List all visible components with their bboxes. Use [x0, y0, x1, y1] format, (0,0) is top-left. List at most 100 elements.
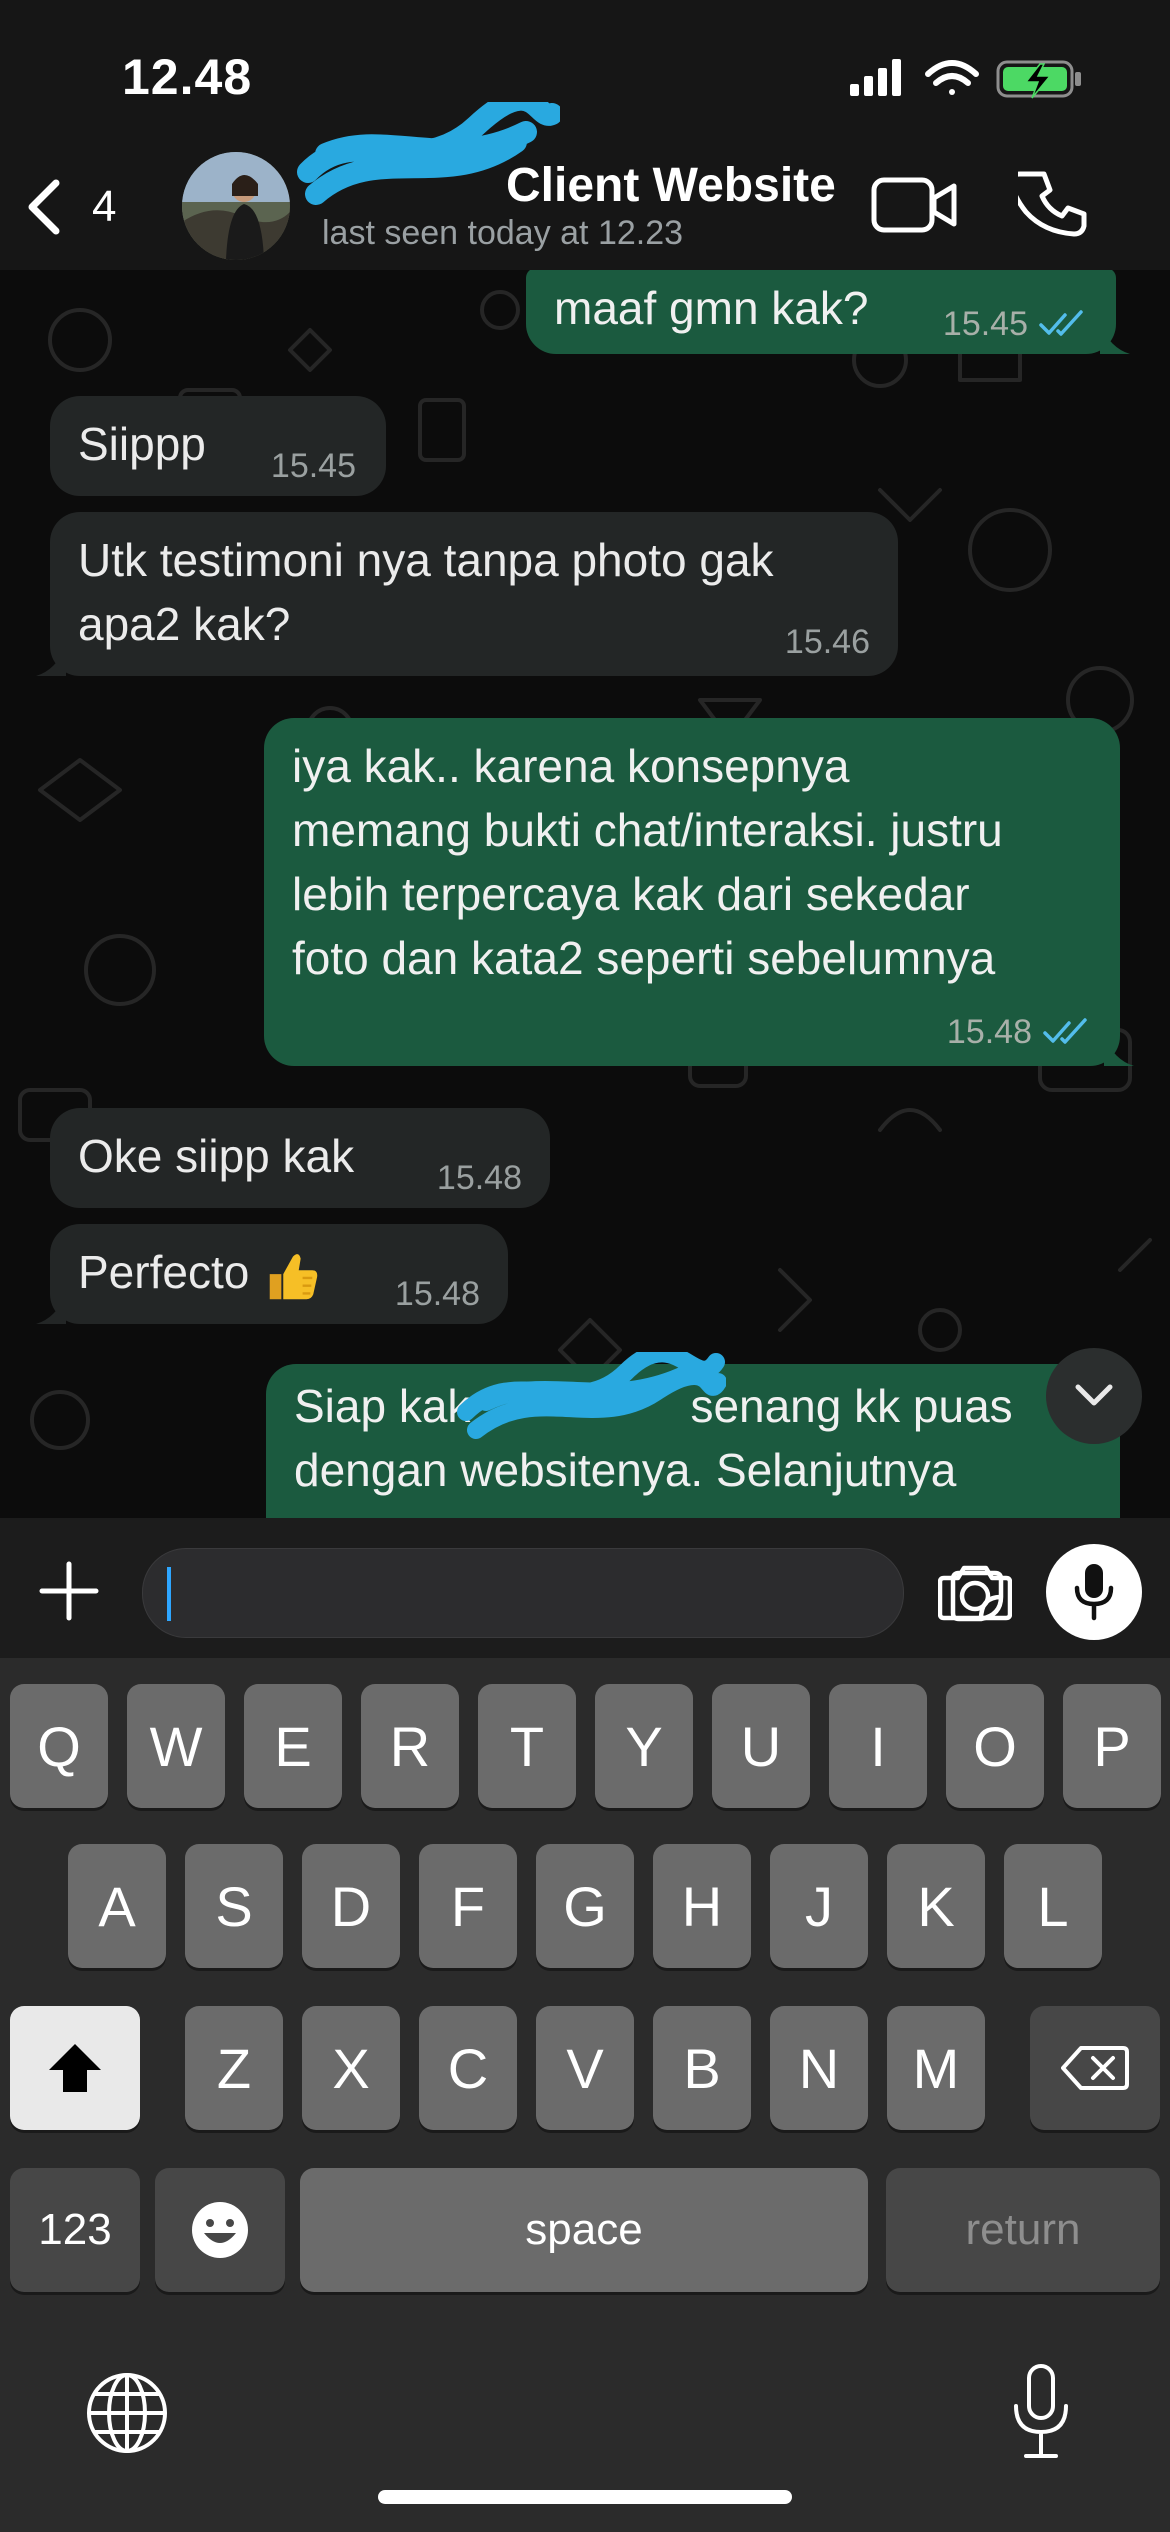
message-text: Oke siipp kak [78, 1130, 355, 1182]
key-g[interactable]: G [536, 1844, 634, 1968]
chat-header: 12.48 4 Client Website last seen today a… [0, 0, 1170, 270]
bubble-tail [36, 1294, 66, 1324]
key-k[interactable]: K [887, 1844, 985, 1968]
key-a[interactable]: A [68, 1844, 166, 1968]
phone-icon [1009, 171, 1087, 237]
voice-message-button[interactable] [1046, 1544, 1142, 1640]
message-text-line: Siap kak senang kk puas [294, 1380, 1013, 1432]
key-o[interactable]: O [946, 1684, 1044, 1808]
key-q[interactable]: Q [10, 1684, 108, 1808]
key-w[interactable]: W [127, 1684, 225, 1808]
bubble-tail [1104, 1036, 1134, 1066]
key-d[interactable]: D [302, 1844, 400, 1968]
key-u[interactable]: U [712, 1684, 810, 1808]
back-chevron-icon [28, 179, 60, 235]
signal-icon [850, 59, 901, 96]
status-time: 12.48 [122, 49, 253, 105]
microphone-icon [1074, 1564, 1114, 1621]
return-key[interactable]: return [886, 2168, 1160, 2292]
message-bubble-incoming[interactable]: Siippp 15.45 [50, 396, 386, 496]
message-text-line: foto dan kata2 seperti sebelumnya [292, 932, 996, 984]
key-y[interactable]: Y [595, 1684, 693, 1808]
space-key[interactable]: space [300, 2168, 868, 2292]
battery-charging-icon [996, 60, 1081, 99]
contact-avatar[interactable] [182, 152, 290, 260]
key-p[interactable]: P [1063, 1684, 1161, 1808]
message-input[interactable] [142, 1548, 1004, 1638]
message-time: 15.48 [946, 1013, 1032, 1051]
key-i[interactable]: I [829, 1684, 927, 1808]
video-call-icon [871, 177, 957, 233]
emoji-icon [192, 2202, 248, 2258]
key-z[interactable]: Z [185, 2006, 283, 2130]
read-ticks-icon [1039, 310, 1083, 336]
key-e[interactable]: E [244, 1684, 342, 1808]
emoji-key[interactable] [155, 2168, 285, 2292]
back-button[interactable]: 4 [22, 172, 142, 242]
key-n[interactable]: N [770, 2006, 868, 2130]
bubble-tail [1100, 324, 1130, 354]
contact-name[interactable]: Client Website [322, 158, 836, 213]
last-seen-status: last seen today at 12.23 [322, 214, 684, 252]
home-indicator [378, 2490, 792, 2504]
key-h[interactable]: H [653, 1844, 751, 1968]
message-text-line: dengan websitenya. Selanjutnya [294, 1444, 957, 1496]
message-bubble-incoming[interactable]: Utk testimoni nya tanpa photo gak apa2 k… [36, 512, 898, 676]
bubble-tail [36, 646, 66, 676]
video-call-button[interactable] [870, 170, 960, 240]
key-r[interactable]: R [361, 1684, 459, 1808]
message-input-bar [0, 1518, 1170, 1658]
message-meta: 15.48 [395, 1274, 480, 1314]
message-meta: 15.48 [947, 1012, 1092, 1052]
key-m[interactable]: M [887, 2006, 985, 2130]
key-f[interactable]: F [419, 1844, 517, 1968]
camera-icon[interactable] [938, 1562, 1012, 1622]
message-time: 15.48 [436, 1159, 522, 1197]
message-bubble-outgoing[interactable]: iya kak.. karena konsepnya memang bukti … [264, 718, 1134, 1066]
message-text-line: lebih terpercaya kak dari sekedar [292, 868, 970, 920]
key-b[interactable]: B [653, 2006, 751, 2130]
message-time: 15.45 [942, 305, 1028, 343]
key-c[interactable]: C [419, 2006, 517, 2130]
message-bubble-outgoing[interactable]: maaf gmn kak? 15.45 [526, 268, 1130, 354]
message-bubble-incoming[interactable]: Oke siipp kak 15.48 [50, 1108, 550, 1208]
key-x[interactable]: X [302, 2006, 400, 2130]
scroll-to-bottom-button[interactable] [1046, 1348, 1142, 1444]
text-caret [167, 1567, 171, 1621]
message-text-line: iya kak.. karena konsepnya [292, 740, 850, 792]
chevron-down-icon [1075, 1384, 1113, 1406]
avatar-photo [182, 152, 290, 260]
key-j[interactable]: J [770, 1844, 868, 1968]
unread-count: 4 [92, 182, 117, 231]
read-ticks-icon [1043, 1018, 1087, 1044]
delete-icon [1061, 2046, 1129, 2090]
message-meta: 15.45 [271, 446, 356, 486]
message-text: maaf gmn kak? [554, 282, 869, 334]
message-bubble-incoming[interactable]: Perfecto 15.48 [36, 1224, 508, 1324]
dictation-icon[interactable] [1004, 2362, 1078, 2462]
key-t[interactable]: T [478, 1684, 576, 1808]
key-l[interactable]: L [1004, 1844, 1102, 1968]
message-text: Siippp [78, 418, 206, 470]
message-text-line: memang bukti chat/interaksi. justru [292, 804, 1003, 856]
thumbs-up-emoji-icon [269, 1254, 318, 1300]
ios-keyboard: Q W E R T Y U I O P A S D F G H J K L Z … [0, 1658, 1170, 2532]
wifi-icon [925, 60, 979, 95]
key-s[interactable]: S [185, 1844, 283, 1968]
plus-icon[interactable] [36, 1558, 102, 1624]
message-text-line: Utk testimoni nya tanpa photo gak [78, 534, 774, 586]
message-time: 15.45 [270, 447, 356, 485]
message-meta: 15.48 [437, 1158, 522, 1198]
message-text-line: apa2 kak? [78, 598, 291, 650]
message-time: 15.48 [394, 1275, 480, 1313]
key-v[interactable]: V [536, 2006, 634, 2130]
delete-key[interactable] [1030, 2006, 1160, 2130]
numbers-key[interactable]: 123 [10, 2168, 140, 2292]
message-time: 15.46 [784, 623, 870, 661]
voice-call-button[interactable] [1009, 168, 1090, 240]
message-text: Perfecto [78, 1246, 250, 1298]
status-icons [850, 59, 1081, 99]
shift-key[interactable] [10, 2006, 140, 2130]
shift-icon [49, 2044, 101, 2092]
globe-icon[interactable] [82, 2368, 172, 2458]
